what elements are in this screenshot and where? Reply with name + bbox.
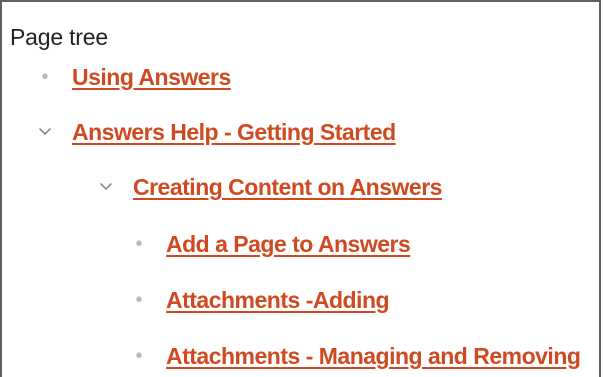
bullet-icon: • — [41, 66, 49, 88]
tree-item-attachments-managing[interactable]: • Attachments - Managing and Removing — [132, 338, 580, 374]
tree-item-label[interactable]: Answers Help - Getting Started — [72, 119, 396, 146]
tree-item-add-page[interactable]: • Add a Page to Answers — [132, 226, 410, 262]
tree-item-attachments-adding[interactable]: • Attachments -Adding — [132, 282, 389, 318]
page-tree-panel: Page tree • Using Answers Answers Help -… — [0, 0, 601, 377]
bullet-icon: • — [135, 345, 143, 367]
tree-item-label[interactable]: Add a Page to Answers — [166, 231, 411, 258]
bullet-icon: • — [135, 289, 143, 311]
tree-item-label[interactable]: Creating Content on Answers — [133, 174, 442, 201]
chevron-down-icon[interactable] — [38, 125, 52, 139]
page-tree-title: Page tree — [10, 24, 108, 50]
tree-item-label[interactable]: Using Answers — [72, 64, 231, 91]
tree-item-label[interactable]: Attachments - Managing and Removing — [166, 343, 581, 370]
tree-item-using-answers[interactable]: • Using Answers — [38, 59, 231, 95]
tree-item-label[interactable]: Attachments -Adding — [166, 287, 390, 314]
tree-item-answers-help[interactable]: Answers Help - Getting Started — [38, 114, 396, 150]
chevron-down-icon[interactable] — [99, 180, 113, 194]
bullet-icon: • — [135, 233, 143, 255]
tree-item-creating-content[interactable]: Creating Content on Answers — [99, 169, 442, 205]
